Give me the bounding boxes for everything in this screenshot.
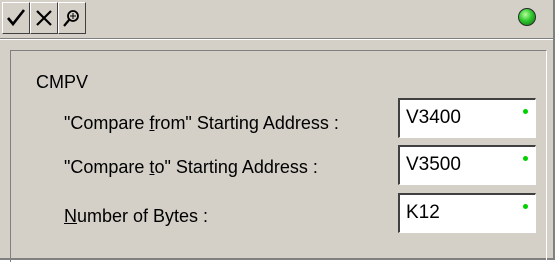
compare-to-field[interactable]: V3500 xyxy=(398,145,536,185)
search-button[interactable] xyxy=(58,2,86,34)
compare-from-value: V3400 xyxy=(406,107,461,128)
x-icon xyxy=(36,10,52,26)
status-led-icon xyxy=(518,8,536,26)
cancel-button[interactable] xyxy=(30,2,58,34)
compare-to-value: V3500 xyxy=(406,154,461,175)
number-of-bytes-label: Number of Bytes : xyxy=(64,206,209,226)
valid-indicator-icon xyxy=(523,156,528,161)
instruction-dialog: CMPV "Compare from" Starting Address : V… xyxy=(0,0,555,262)
number-of-bytes-field[interactable]: K12 xyxy=(398,193,536,233)
search-icon xyxy=(63,10,79,27)
check-icon xyxy=(7,9,26,27)
accept-button[interactable] xyxy=(2,2,30,34)
compare-from-field[interactable]: V3400 xyxy=(398,98,536,138)
number-of-bytes-value: K12 xyxy=(406,202,440,223)
instruction-name: CMPV xyxy=(36,72,89,92)
toolbar xyxy=(0,0,553,39)
valid-indicator-icon xyxy=(523,204,528,209)
compare-from-label: "Compare from" Starting Address : xyxy=(64,113,339,133)
compare-to-label: "Compare to" Starting Address : xyxy=(64,157,318,177)
valid-indicator-icon xyxy=(523,109,528,114)
